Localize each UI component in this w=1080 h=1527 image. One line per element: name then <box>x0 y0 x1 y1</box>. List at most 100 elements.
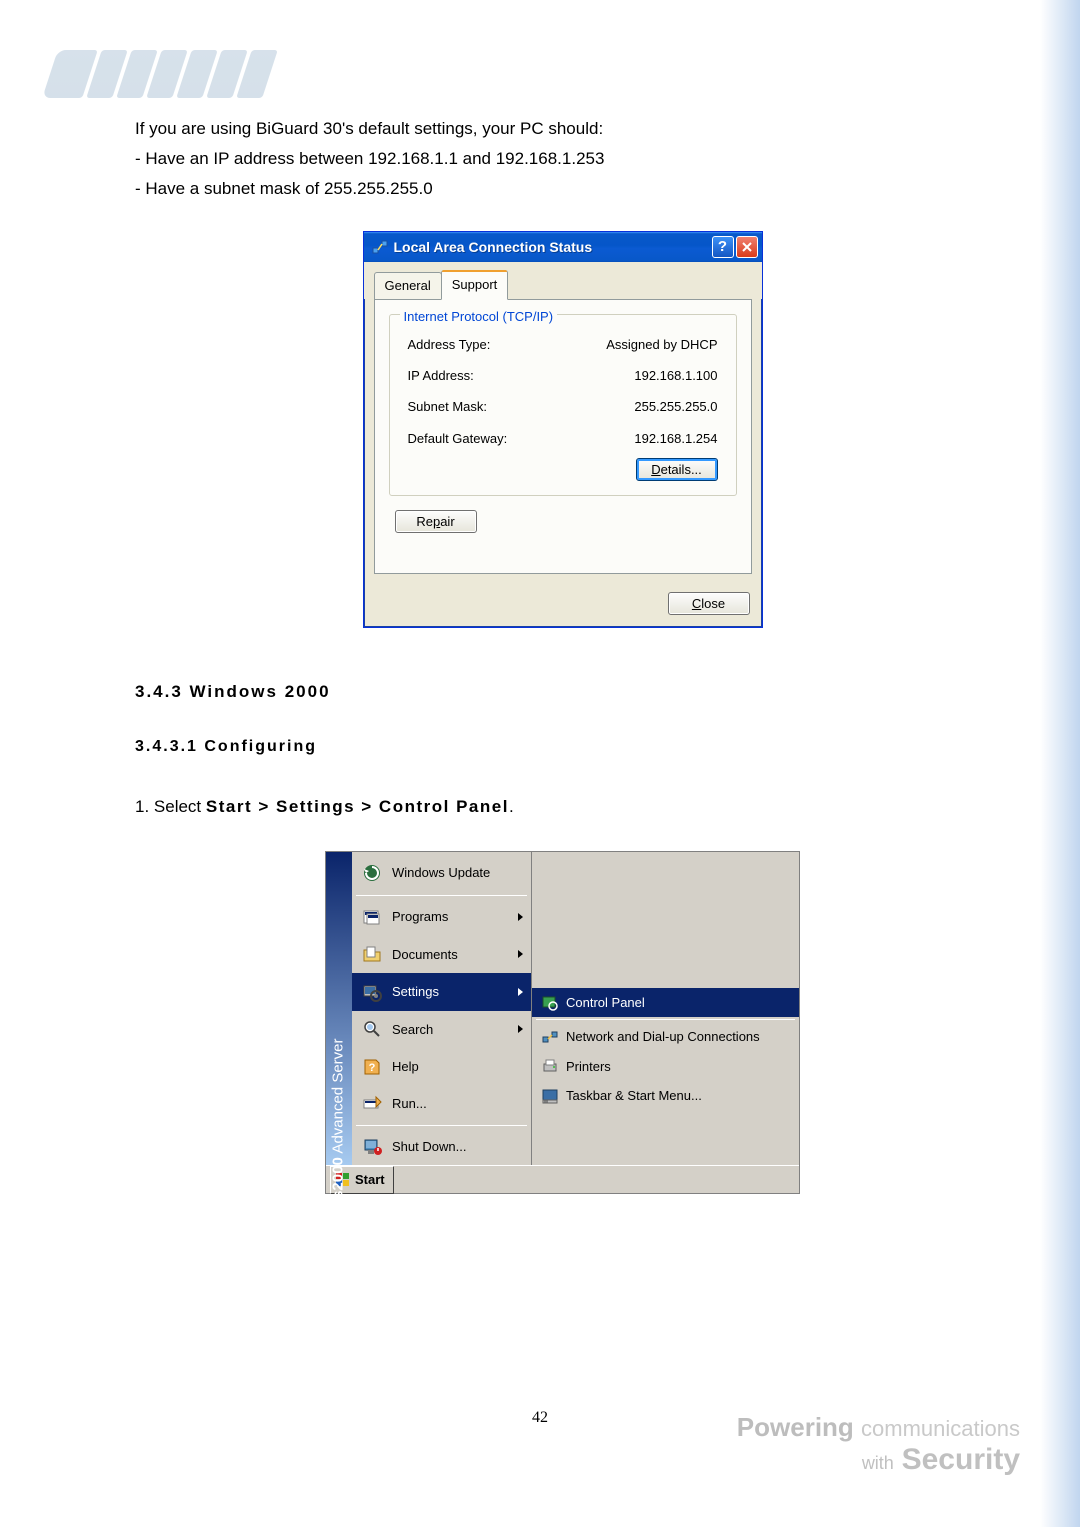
band-2000: 2000 <box>330 1157 347 1190</box>
help-icon: ? <box>362 1057 382 1077</box>
start-button-label: Start <box>355 1169 385 1190</box>
ip-address-label: IP Address: <box>408 365 474 386</box>
submenu-arrow-icon <box>518 988 523 996</box>
submenu-separator <box>536 1019 795 1020</box>
submenu-arrow-icon <box>518 950 523 958</box>
row-ip-address: IP Address: 192.168.1.100 <box>402 360 724 391</box>
taskbar: Start <box>326 1165 799 1193</box>
repair-button[interactable]: Repair <box>395 510 477 533</box>
control-panel-icon <box>542 995 558 1011</box>
footer-powering: Powering <box>737 1412 854 1442</box>
network-connection-icon <box>372 239 388 255</box>
details-button[interactable]: Details... <box>636 458 718 481</box>
step-nav-path: Start > Settings > Control Panel <box>206 797 509 816</box>
subnet-mask-label: Subnet Mask: <box>408 396 488 417</box>
submenu-taskbar-start-menu[interactable]: Taskbar & Start Menu... <box>532 1081 799 1110</box>
dialog-titlebar[interactable]: Local Area Connection Status ? <box>364 232 762 262</box>
documents-icon <box>362 944 382 964</box>
help-button[interactable]: ? <box>712 236 734 258</box>
band-windows: Windows <box>330 1190 347 1256</box>
page-right-gradient <box>1040 0 1080 1527</box>
menu-run[interactable]: Run... <box>352 1085 531 1122</box>
printers-icon <box>542 1058 558 1074</box>
programs-icon <box>362 907 382 927</box>
fieldset-legend: Internet Protocol (TCP/IP) <box>400 306 558 327</box>
menu-shutdown-label: Shut Down... <box>392 1136 466 1157</box>
intro-line-1: If you are using BiGuard 30's default se… <box>135 115 990 143</box>
tab-strip: General Support <box>364 262 762 298</box>
footer-security: Security <box>902 1443 1020 1476</box>
dialog-title: Local Area Connection Status <box>394 236 710 259</box>
submenu-control-panel[interactable]: Control Panel <box>532 988 799 1017</box>
menu-documents-label: Documents <box>392 944 458 965</box>
submenu-network-connections[interactable]: Network and Dial-up Connections <box>532 1022 799 1051</box>
search-icon <box>362 1019 382 1039</box>
tab-support[interactable]: Support <box>441 270 509 299</box>
band-edition: Advanced Server <box>330 1038 347 1153</box>
menu-programs[interactable]: Programs <box>352 898 531 935</box>
shutdown-icon <box>362 1137 382 1157</box>
row-subnet-mask: Subnet Mask: 255.255.255.0 <box>402 391 724 422</box>
details-button-rest: etails... <box>661 462 702 477</box>
document-content: If you are using BiGuard 30's default se… <box>135 115 990 1194</box>
intro-text: If you are using BiGuard 30's default se… <box>135 115 990 203</box>
menu-separator <box>356 1125 527 1126</box>
tab-general[interactable]: General <box>374 272 442 300</box>
footer-communications: communications <box>861 1416 1020 1441</box>
default-gateway-label: Default Gateway: <box>408 428 508 449</box>
address-type-label: Address Type: <box>408 334 491 355</box>
tab-content-support: Internet Protocol (TCP/IP) Address Type:… <box>374 299 752 575</box>
run-icon <box>362 1094 382 1114</box>
submenu-printers-label: Printers <box>566 1056 611 1077</box>
close-icon <box>741 241 753 253</box>
submenu-taskbar-label: Taskbar & Start Menu... <box>566 1085 702 1106</box>
settings-icon <box>362 982 382 1002</box>
row-address-type: Address Type: Assigned by DHCP <box>402 329 724 360</box>
settings-submenu: Control Panel Network and Dial-up Connec… <box>532 852 799 1166</box>
menu-help-label: Help <box>392 1056 419 1077</box>
submenu-network-label: Network and Dial-up Connections <box>566 1026 760 1047</box>
menu-windows-update-label: Windows Update <box>392 862 490 883</box>
close-button[interactable] <box>736 236 758 258</box>
menu-documents[interactable]: Documents <box>352 936 531 973</box>
dialog-footer: Close <box>364 584 762 627</box>
step-prefix: 1. Select <box>135 797 206 816</box>
windows-update-icon <box>362 863 382 883</box>
windows-2000-start-menu-screenshot: Windows2000 Advanced Server Windows Upda… <box>325 851 800 1195</box>
local-area-connection-status-dialog: Local Area Connection Status ? General S… <box>363 231 763 628</box>
section-heading-3-4-3-1: 3.4.3.1 Configuring <box>135 734 990 760</box>
close-dialog-button[interactable]: Close <box>668 592 750 615</box>
menu-help[interactable]: ? Help <box>352 1048 531 1085</box>
footer-with: with <box>862 1453 894 1473</box>
submenu-arrow-icon <box>518 1025 523 1033</box>
row-default-gateway: Default Gateway: 192.168.1.254 <box>402 423 724 454</box>
address-type-value: Assigned by DHCP <box>606 334 717 355</box>
menu-shutdown[interactable]: Shut Down... <box>352 1128 531 1165</box>
subnet-mask-value: 255.255.255.0 <box>634 396 717 417</box>
default-gateway-value: 192.168.1.254 <box>634 428 717 449</box>
menu-programs-label: Programs <box>392 906 448 927</box>
menu-search[interactable]: Search <box>352 1011 531 1048</box>
ip-address-value: 192.168.1.100 <box>634 365 717 386</box>
menu-windows-update[interactable]: Windows Update <box>352 852 531 893</box>
network-connections-icon <box>542 1029 558 1045</box>
submenu-arrow-icon <box>518 913 523 921</box>
internet-protocol-fieldset: Internet Protocol (TCP/IP) Address Type:… <box>389 314 737 497</box>
step-1-text: 1. Select Start > Settings > Control Pan… <box>135 793 990 821</box>
intro-line-3: - Have a subnet mask of 255.255.255.0 <box>135 175 990 203</box>
section-heading-3-4-3: 3.4.3 Windows 2000 <box>135 678 990 706</box>
menu-run-label: Run... <box>392 1093 427 1114</box>
submenu-printers[interactable]: Printers <box>532 1052 799 1081</box>
start-menu-side-band: Windows2000 Advanced Server <box>326 852 352 1166</box>
taskbar-icon <box>542 1088 558 1104</box>
intro-line-2: - Have an IP address between 192.168.1.1… <box>135 145 990 173</box>
menu-settings[interactable]: Settings <box>352 973 531 1010</box>
svg-text:?: ? <box>369 1062 376 1074</box>
footer-brand-watermark: Powering communications with Security <box>737 1412 1020 1477</box>
step-suffix: . <box>509 797 514 816</box>
submenu-control-panel-label: Control Panel <box>566 992 645 1013</box>
start-menu-main-column: Windows Update Programs Documents <box>352 852 532 1166</box>
menu-search-label: Search <box>392 1019 433 1040</box>
menu-separator <box>356 895 527 896</box>
menu-settings-label: Settings <box>392 981 439 1002</box>
